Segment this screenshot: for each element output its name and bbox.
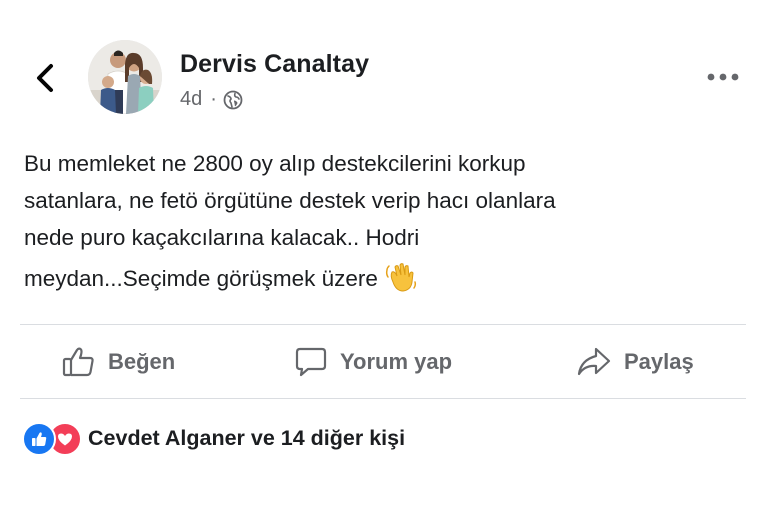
post-text-line-final: meydan...Seçimde görüşmek üzere [24, 260, 744, 297]
like-reaction-icon [22, 422, 56, 456]
more-dots-icon [707, 73, 739, 81]
post-text-line: Bu memleket ne 2800 oy alıp destekcileri… [24, 151, 526, 176]
comment-bubble-icon [295, 347, 327, 377]
divider [20, 398, 746, 399]
meta-separator: · [210, 88, 217, 110]
family-photo-icon [88, 40, 162, 114]
author-avatar[interactable] [88, 40, 162, 114]
chevron-left-icon [37, 64, 53, 92]
post-text-line: meydan...Seçimde görüşmek üzere [24, 266, 378, 291]
more-options-button[interactable] [700, 62, 746, 92]
post-text: Bu memleket ne 2800 oy alıp destekcileri… [24, 145, 744, 297]
waving-hand-emoji-icon [385, 263, 416, 292]
comment-label: Yorum yap [340, 349, 453, 374]
post-meta: 4d · [180, 88, 243, 111]
share-button[interactable]: Paylaş [576, 342, 694, 382]
reactions-summary-text: Cevdet Alganer ve 14 diğer kişi [88, 425, 406, 450]
like-button[interactable]: Beğen [62, 342, 175, 382]
comment-button[interactable]: Yorum yap [294, 342, 452, 382]
back-button[interactable] [28, 58, 62, 98]
globe-icon [223, 90, 243, 109]
author-name[interactable]: Dervis Canaltay [180, 50, 369, 79]
like-label: Beğen [108, 349, 176, 374]
share-label: Paylaş [624, 349, 694, 374]
post-text-line: nede puro kaçakcılarına kalacak.. Hodri [24, 225, 420, 250]
thumbs-up-icon [62, 347, 94, 377]
share-arrow-icon [577, 347, 611, 376]
post-screen: Dervis Canaltay 4d · Bu memleket ne 2800… [0, 0, 768, 518]
reactions-summary[interactable]: Cevdet Alganer ve 14 diğer kişi [22, 422, 406, 456]
post-time[interactable]: 4d [180, 88, 202, 111]
post-text-line: satanlara, ne fetö örgütüne destek verip… [24, 188, 556, 213]
reaction-icons [22, 422, 84, 456]
divider [20, 324, 746, 325]
